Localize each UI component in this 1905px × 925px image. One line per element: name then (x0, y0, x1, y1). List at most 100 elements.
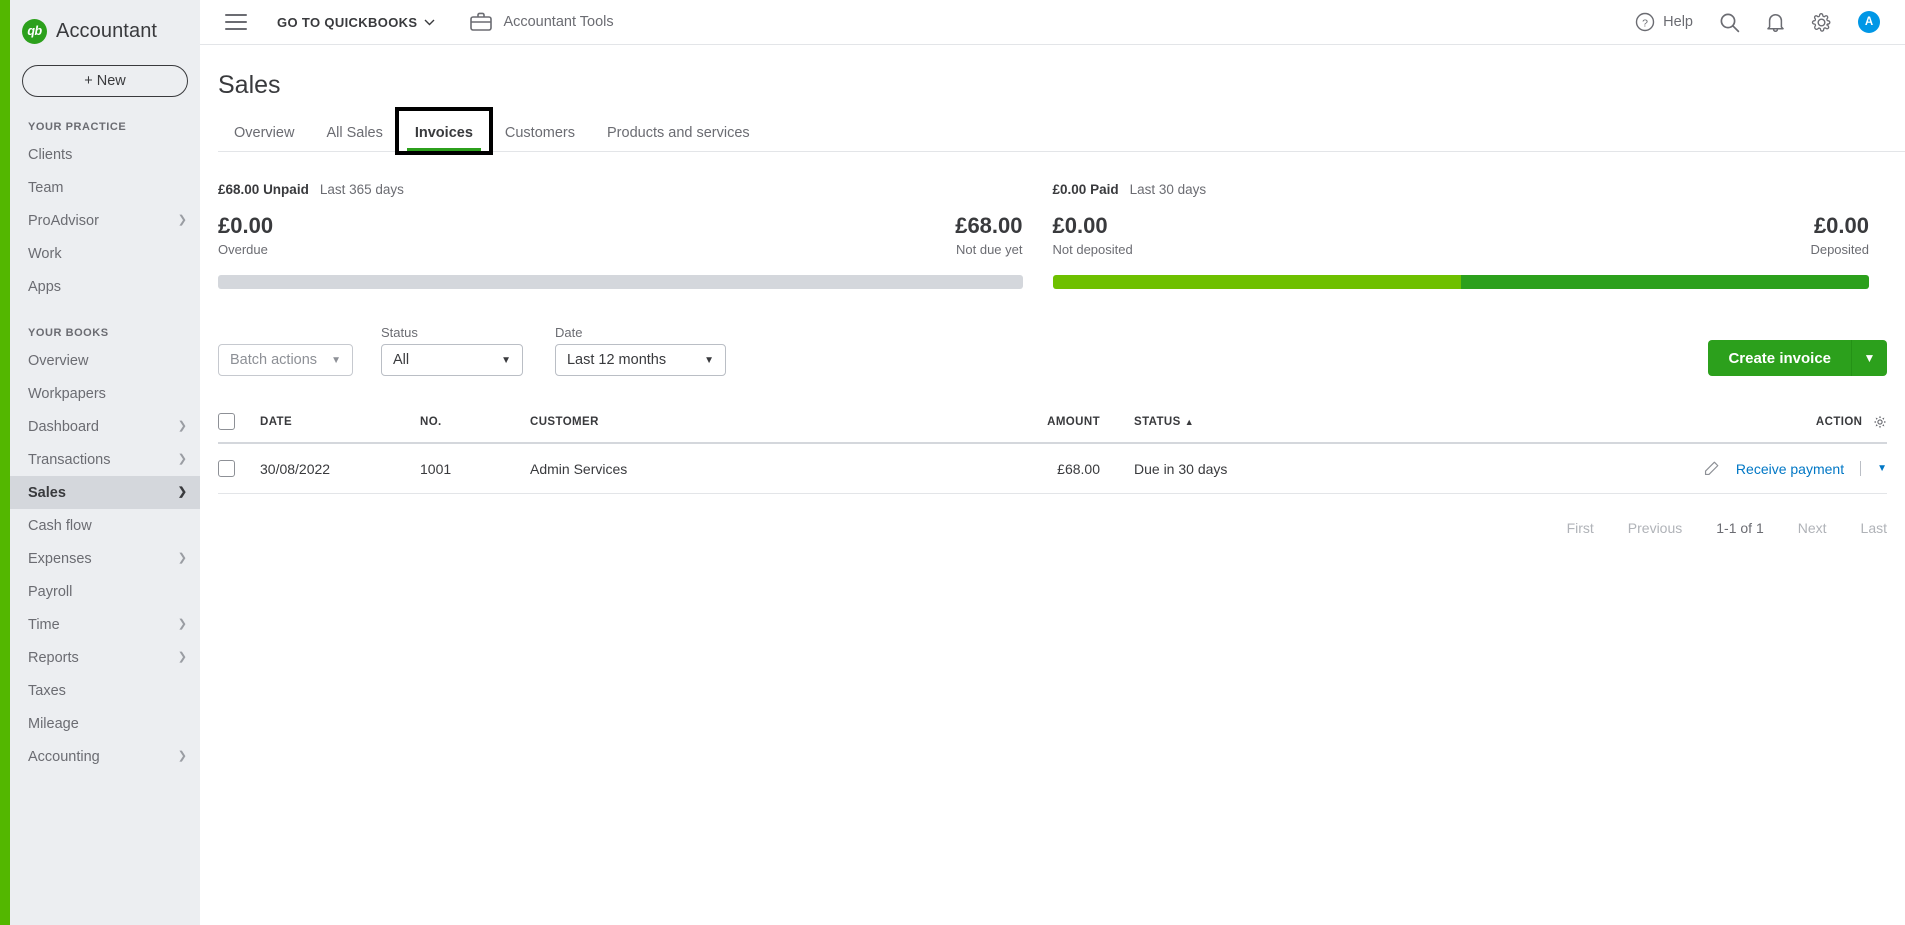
help-button[interactable]: ? Help (1635, 12, 1693, 32)
sidebar-item-dashboard[interactable]: Dashboard ❯ (10, 410, 200, 443)
pagination-previous[interactable]: Previous (1628, 520, 1682, 536)
pagination-last[interactable]: Last (1861, 520, 1887, 536)
sidebar-item-reports[interactable]: Reports ❯ (10, 641, 200, 674)
cell-customer: Admin Services (530, 443, 950, 494)
cell-date: 30/08/2022 (260, 443, 420, 494)
deposited-amount: £0.00 (1813, 213, 1869, 238)
column-header-no[interactable]: NO. (420, 404, 530, 444)
tab-products-and-services[interactable]: Products and services (591, 125, 766, 151)
sidebar-item-work[interactable]: Work (10, 237, 200, 270)
deposited-label: Deposited (1810, 242, 1869, 257)
user-avatar[interactable]: A (1858, 11, 1880, 33)
sidebar-item-mileage[interactable]: Mileage (10, 707, 200, 740)
sidebar-item-time[interactable]: Time ❯ (10, 608, 200, 641)
tab-label: Invoices (414, 125, 473, 141)
new-button[interactable]: + New (22, 65, 188, 97)
sidebar-item-overview[interactable]: Overview (10, 344, 200, 377)
hamburger-menu-icon[interactable] (225, 14, 247, 30)
deposited-figure: £0.00 Deposited (1810, 213, 1869, 257)
column-header-status[interactable]: STATUS ▲ (1100, 404, 1422, 444)
search-button[interactable] (1719, 12, 1740, 33)
tab-customers[interactable]: Customers (489, 125, 591, 151)
sidebar-item-label: Payroll (28, 583, 73, 600)
svg-text:?: ? (1642, 17, 1648, 29)
chevron-right-icon: ❯ (177, 750, 187, 762)
sidebar-item-label: Expenses (28, 550, 92, 567)
sidebar-item-clients[interactable]: Clients (10, 138, 200, 171)
sidebar-item-cash-flow[interactable]: Cash flow (10, 509, 200, 542)
filter-bar: Batch actions ▼ Status All ▼ Date Last 1… (200, 325, 1905, 376)
chevron-right-icon: ❯ (177, 420, 187, 432)
create-invoice-dropdown-button[interactable]: ▼ (1851, 340, 1887, 376)
column-header-action: ACTION (1421, 404, 1887, 444)
unpaid-summary-panel: £68.00 Unpaid Last 365 days £0.00 Overdu… (218, 182, 1053, 289)
sidebar-item-payroll[interactable]: Payroll (10, 575, 200, 608)
go-to-quickbooks-menu[interactable]: GO TO QUICKBOOKS (277, 15, 435, 30)
date-filter-value: Last 12 months (566, 352, 667, 368)
table-body: 30/08/2022 1001 Admin Services £68.00 Due in… (218, 443, 1887, 494)
sidebar-item-apps[interactable]: Apps (10, 270, 200, 303)
sidebar-item-team[interactable]: Team (10, 171, 200, 204)
accountant-tools-button[interactable]: Accountant Tools (470, 12, 614, 32)
sidebar-item-proadvisor[interactable]: ProAdvisor ❯ (10, 204, 200, 237)
pagination-first[interactable]: First (1567, 520, 1594, 536)
sidebar-item-label: Taxes (28, 682, 66, 699)
chevron-right-icon: ❯ (177, 486, 187, 498)
brand-logo[interactable]: qb Accountant (10, 0, 200, 48)
sidebar-item-label: Clients (28, 146, 73, 163)
sidebar-item-taxes[interactable]: Taxes (10, 674, 200, 707)
date-filter-field: Date Last 12 months ▼ (554, 325, 726, 376)
sidebar-item-label: ProAdvisor (28, 212, 99, 229)
paid-progress-bar (1052, 275, 1869, 289)
sidebar-item-expenses[interactable]: Expenses ❯ (10, 542, 200, 575)
row-select-cell (218, 443, 260, 494)
column-header-date[interactable]: DATE (260, 404, 420, 444)
bar-segment-deposited (1460, 275, 1869, 289)
cell-amount: £68.00 (950, 443, 1100, 494)
sort-ascending-icon: ▲ (1184, 416, 1195, 427)
sidebar-item-sales[interactable]: Sales ❯ (10, 476, 200, 509)
unpaid-headline: £68.00 Unpaid (218, 182, 309, 197)
settings-button[interactable] (1811, 12, 1832, 33)
sidebar-item-workpapers[interactable]: Workpapers (10, 377, 200, 410)
status-filter-dropdown[interactable]: All ▼ (380, 344, 523, 376)
top-bar: GO TO QUICKBOOKS Accountant Tools ? Help (200, 0, 1905, 45)
receive-payment-link[interactable]: Receive payment (1736, 461, 1844, 477)
topbar-actions: ? Help A (1635, 11, 1905, 33)
table-settings-gear-icon[interactable] (1873, 415, 1887, 429)
column-header-customer[interactable]: CUSTOMER (530, 404, 950, 444)
tab-all-sales[interactable]: All Sales (310, 125, 398, 151)
sidebar-nav: YOUR PRACTICE Clients Team ProAdvisor ❯ Work A… (10, 121, 200, 773)
sidebar-group-label: YOUR PRACTICE (28, 121, 127, 133)
batch-actions-dropdown[interactable]: Batch actions ▼ (218, 344, 353, 376)
chevron-right-icon: ❯ (177, 552, 187, 564)
date-filter-dropdown[interactable]: Last 12 months ▼ (554, 344, 726, 376)
tab-overview[interactable]: Overview (218, 125, 310, 151)
notifications-button[interactable] (1766, 12, 1785, 33)
sidebar-item-transactions[interactable]: Transactions ❯ (10, 443, 200, 476)
sidebar-item-accounting[interactable]: Accounting ❯ (10, 740, 200, 773)
chevron-right-icon: ❯ (177, 453, 187, 465)
sidebar-item-label: Cash flow (28, 517, 92, 534)
tab-invoices[interactable]: Invoices (394, 107, 493, 155)
table-row[interactable]: 30/08/2022 1001 Admin Services £68.00 Due in… (218, 443, 1887, 494)
help-label: Help (1663, 14, 1693, 30)
sidebar-item-label: Accounting (28, 748, 100, 765)
column-header-amount[interactable]: AMOUNT (950, 404, 1100, 444)
select-all-checkbox[interactable] (218, 413, 235, 430)
chevron-down-icon: ▼ (1863, 351, 1876, 365)
column-header-action-label: ACTION (1815, 415, 1863, 428)
status-filter-field: Status All ▼ (380, 325, 523, 376)
sidebar-item-label: Sales (28, 484, 66, 501)
cell-action: Receive payment ▼ (1421, 443, 1887, 494)
row-action-dropdown-icon[interactable]: ▼ (1877, 463, 1887, 474)
sidebar-item-label: Overview (28, 352, 89, 369)
not-deposited-label: Not deposited (1052, 242, 1133, 257)
create-invoice-button[interactable]: Create invoice (1708, 340, 1851, 376)
pagination-next[interactable]: Next (1798, 520, 1827, 536)
edit-pencil-icon[interactable] (1703, 460, 1720, 477)
tab-bar: Overview All Sales Invoices Customers Produc… (218, 107, 1905, 155)
row-checkbox[interactable] (218, 460, 235, 477)
sidebar-item-label: Reports (28, 649, 79, 666)
bar-segment-not-due-yet (218, 275, 1023, 289)
